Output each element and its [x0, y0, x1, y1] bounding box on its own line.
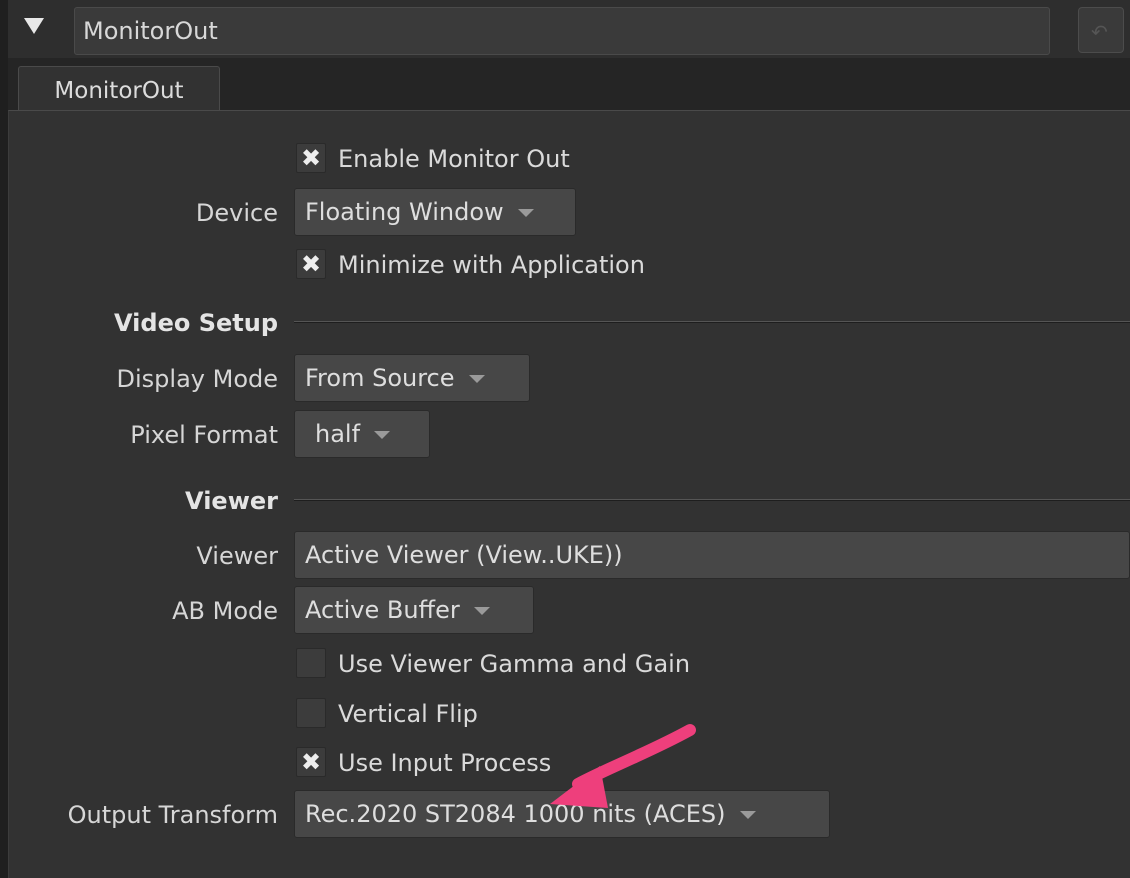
chevron-down-icon — [739, 811, 756, 819]
chevron-down-icon — [374, 431, 391, 439]
device-value: Floating Window — [305, 198, 504, 226]
output-transform-label: Output Transform — [67, 801, 278, 829]
section-divider — [294, 321, 1130, 323]
tab-monitorout[interactable]: MonitorOut — [18, 66, 220, 112]
vertical-flip-label: Vertical Flip — [338, 700, 478, 728]
display-mode-dropdown[interactable]: From Source — [294, 354, 530, 402]
section-divider — [294, 499, 1130, 501]
enable-monitor-out-checkbox[interactable]: ✖ — [296, 143, 326, 173]
minimize-with-application-checkbox[interactable]: ✖ — [296, 249, 326, 279]
viewer-value: Active Viewer (View..UKE)) — [305, 541, 623, 569]
triangle-down-icon[interactable] — [24, 18, 44, 34]
chevron-down-icon — [468, 375, 485, 383]
ab-mode-dropdown[interactable]: Active Buffer — [294, 586, 534, 634]
revert-button[interactable]: ↶ — [1078, 7, 1124, 53]
use-input-process-label: Use Input Process — [338, 749, 552, 777]
viewer-heading: Viewer — [185, 487, 278, 515]
use-viewer-gamma-gain-label: Use Viewer Gamma and Gain — [338, 650, 691, 678]
chevron-down-icon — [473, 607, 490, 615]
ab-mode-value: Active Buffer — [305, 596, 460, 624]
pixel-format-value: half — [315, 420, 361, 448]
enable-monitor-out-label: Enable Monitor Out — [338, 145, 570, 173]
device-label: Device — [195, 199, 278, 227]
viewer-label: Viewer — [196, 542, 278, 570]
minimize-with-application-label: Minimize with Application — [338, 251, 645, 279]
use-viewer-gamma-gain-checkbox[interactable] — [296, 648, 326, 678]
vertical-flip-checkbox[interactable] — [296, 698, 326, 728]
check-icon: ✖ — [300, 748, 322, 776]
use-input-process-checkbox[interactable]: ✖ — [296, 747, 326, 777]
display-mode-value: From Source — [305, 364, 455, 392]
node-name-field[interactable]: MonitorOut — [74, 7, 1050, 55]
viewer-dropdown[interactable]: Active Viewer (View..UKE)) — [294, 531, 1130, 579]
annotation-arrow-icon — [550, 724, 696, 808]
device-dropdown[interactable]: Floating Window — [294, 188, 576, 236]
video-setup-heading: Video Setup — [114, 309, 278, 337]
pixel-format-dropdown[interactable]: half — [294, 410, 430, 458]
display-mode-label: Display Mode — [116, 365, 278, 393]
check-icon: ✖ — [300, 144, 322, 172]
ab-mode-label: AB Mode — [172, 597, 278, 625]
pixel-format-label: Pixel Format — [130, 421, 278, 449]
revert-icon: ↶ — [1091, 20, 1108, 44]
chevron-down-icon — [517, 209, 534, 217]
check-icon: ✖ — [300, 250, 322, 278]
